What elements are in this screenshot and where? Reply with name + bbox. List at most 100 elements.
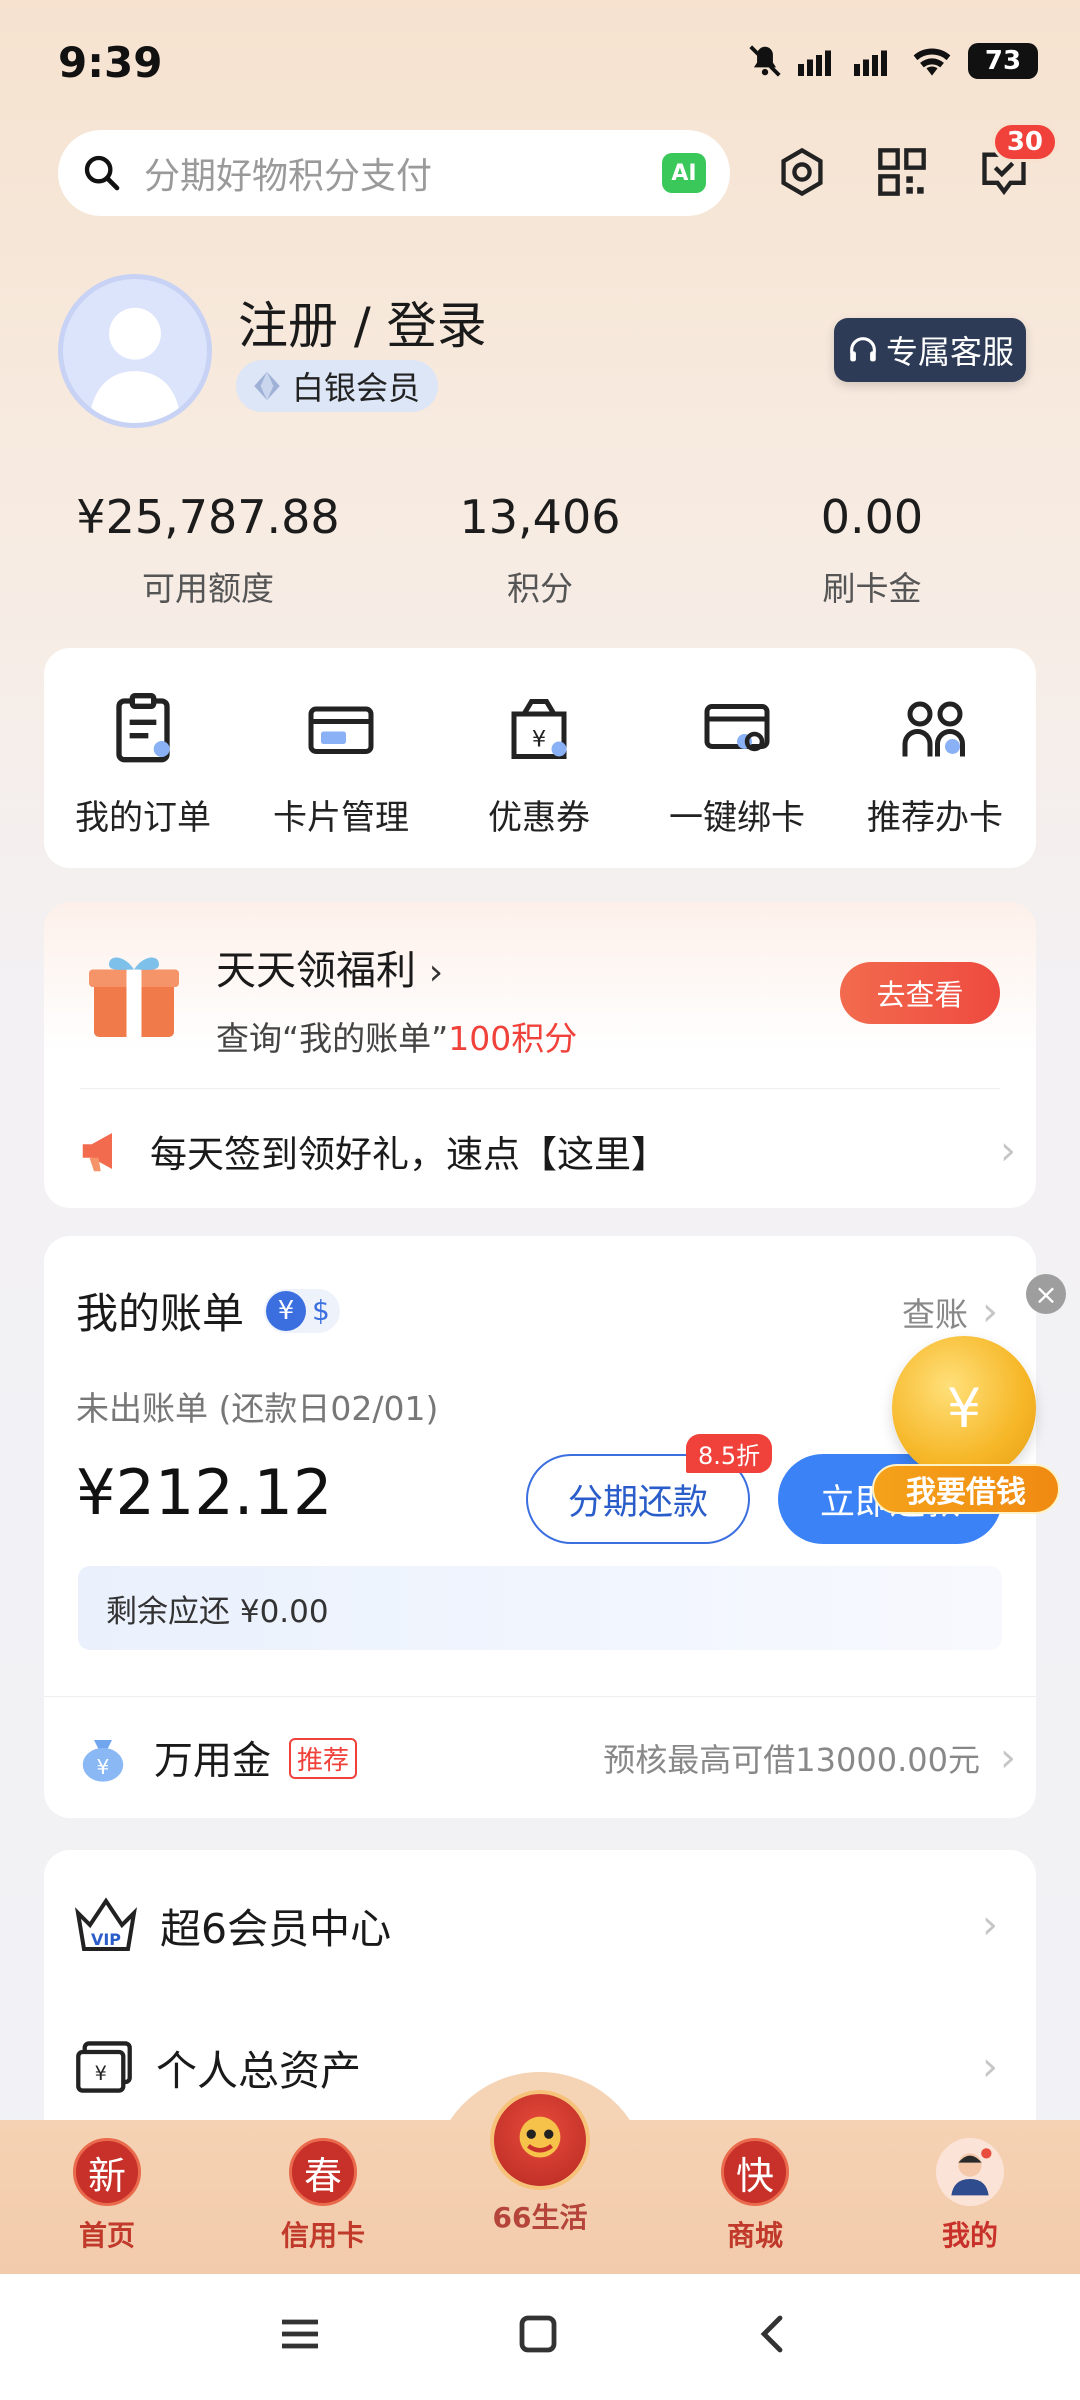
bill-card: 我的账单 ¥ $ 查账 › 未出账单 (还款日02/01) ¥212.12 分期…: [44, 1236, 1036, 1818]
nav-mine[interactable]: 我的: [895, 2138, 1045, 2254]
customer-service-button[interactable]: 专属客服: [834, 318, 1026, 382]
card-bonus-stat[interactable]: 0.00 刷卡金: [722, 490, 1022, 610]
shortcut-label: 推荐办卡: [867, 798, 1003, 838]
stat-value: 13,406: [459, 490, 621, 544]
divider: [44, 1696, 1036, 1697]
home-icon: 新: [73, 2138, 141, 2206]
close-icon[interactable]: ×: [1026, 1274, 1066, 1314]
signal-icon: [798, 50, 831, 76]
settings-icon[interactable]: [770, 140, 834, 204]
nav-label: 我的: [941, 2219, 998, 2252]
remaining-due: 剩余应还 ¥0.00: [78, 1566, 1002, 1650]
status-icons: 73: [746, 42, 1038, 80]
wanyongjin-row[interactable]: ¥ 万用金 推荐 预核最高可借13000.00元 ›: [76, 1710, 1016, 1806]
menu-label: 超6会员中心: [160, 1905, 392, 1953]
divider: [80, 1088, 1000, 1089]
bill-amount: ¥212.12: [76, 1456, 333, 1529]
nav-mall[interactable]: 快 商城: [680, 2138, 830, 2254]
menu-item-vip-center[interactable]: VIP 超6会员中心 ›: [44, 1854, 1036, 1996]
headset-icon: [850, 337, 876, 362]
benefits-title-link[interactable]: 天天领福利 ›: [216, 938, 443, 996]
money-bag-icon: ¥: [82, 1740, 124, 1782]
nav-home[interactable]: 新 首页: [32, 2138, 182, 2254]
credit-card-icon: 春: [289, 2138, 357, 2206]
ai-assistant-icon[interactable]: AI: [662, 153, 706, 193]
coin-icon[interactable]: ¥: [892, 1336, 1036, 1480]
customer-service-label: 专属客服: [885, 333, 1014, 371]
recommend-icon: [836, 692, 1034, 766]
svg-text:VIP: VIP: [91, 1930, 121, 1949]
check-bill-link[interactable]: 查账 ›: [902, 1288, 998, 1336]
scan-qr-icon[interactable]: [870, 140, 934, 204]
nav-label: 66生活: [492, 2201, 588, 2234]
benefits-card: 天天领福利 › 查询“我的账单”100积分 去查看 每天签到领好礼，速点【这里】…: [44, 902, 1036, 1208]
shortcut-recommend-card[interactable]: 推荐办卡: [836, 648, 1034, 839]
chevron-right-icon: ›: [982, 1289, 998, 1335]
mall-icon: 快: [721, 2138, 789, 2206]
shortcut-my-orders[interactable]: 我的订单: [44, 648, 242, 839]
borrow-money-button[interactable]: 我要借钱: [872, 1464, 1060, 1514]
unbilled-subtitle: 未出账单 (还款日02/01): [76, 1389, 439, 1428]
benefits-points-highlight: 100积分: [448, 1019, 578, 1058]
diamond-icon: [254, 371, 280, 401]
bill-title: 我的账单 ¥ $: [76, 1280, 340, 1341]
home-square-icon[interactable]: [514, 2310, 562, 2362]
chevron-right-icon: ›: [428, 952, 444, 993]
stat-value: ¥25,787.88: [76, 490, 340, 544]
message-icon[interactable]: 30: [972, 122, 1058, 204]
search-input[interactable]: 分期好物积分支付 AI: [58, 130, 730, 216]
bind-card-icon: [638, 692, 836, 766]
benefits-subtitle-prefix: 查询“我的账单”: [216, 1019, 449, 1058]
stat-label: 可用额度: [142, 569, 274, 608]
chevron-right-icon: ›: [982, 1902, 998, 1948]
checkin-notice-row[interactable]: 每天签到领好礼，速点【这里】 ›: [76, 1106, 1016, 1196]
stat-value: 0.00: [820, 490, 924, 544]
yuan-icon: ¥: [266, 1290, 307, 1331]
available-credit-stat[interactable]: ¥25,787.88 可用额度: [58, 490, 358, 610]
shortcut-label: 我的订单: [75, 798, 211, 838]
nav-66-life[interactable]: 66生活: [465, 2090, 615, 2236]
benefits-title: 天天领福利: [216, 948, 416, 994]
avatar[interactable]: [58, 274, 212, 428]
login-register-link[interactable]: 注册 / 登录: [238, 286, 487, 358]
wanyongjin-title: 万用金: [154, 1739, 272, 1784]
checkin-notice: 每天签到领好礼，速点【这里】: [150, 1133, 668, 1176]
back-icon[interactable]: [750, 2310, 798, 2362]
discount-tag: 8.5折: [686, 1434, 773, 1473]
chevron-right-icon: ›: [1000, 1128, 1016, 1174]
battery-indicator: 73: [968, 43, 1038, 79]
shortcut-card-management[interactable]: 卡片管理: [242, 648, 440, 839]
shortcut-bind-card[interactable]: 一键绑卡: [638, 648, 836, 839]
bill-title-label: 我的账单: [76, 1289, 245, 1338]
nav-label: 首页: [78, 2219, 135, 2252]
shortcut-label: 卡片管理: [273, 798, 409, 838]
message-count-badge: 30: [991, 122, 1058, 162]
currency-switch[interactable]: ¥ $: [264, 1288, 340, 1333]
svg-text:¥: ¥: [97, 1755, 110, 1779]
member-level-label: 白银会员: [292, 369, 421, 407]
gift-box-icon: [84, 942, 184, 1046]
menu-icon[interactable]: [276, 2310, 324, 2362]
mute-icon: [749, 45, 781, 77]
shortcut-coupons[interactable]: ¥ 优惠券: [440, 648, 638, 839]
nav-credit-card[interactable]: 春 信用卡: [248, 2138, 398, 2254]
status-time: 9:39: [58, 38, 163, 87]
benefits-subtitle: 查询“我的账单”100积分: [216, 1012, 577, 1060]
shortcut-label: 一键绑卡: [669, 798, 805, 838]
stat-label: 积分: [507, 569, 573, 608]
lion-dance-icon: [490, 2090, 590, 2190]
go-view-button[interactable]: 去查看: [840, 962, 1000, 1024]
svg-text:¥: ¥: [532, 727, 546, 753]
mine-avatar-icon: [936, 2138, 1004, 2206]
svg-text:¥: ¥: [95, 2062, 107, 2085]
points-stat[interactable]: 13,406 积分: [390, 490, 690, 610]
search-icon: [84, 155, 120, 191]
system-nav-bar: [0, 2274, 1080, 2400]
menu-label: 个人总资产: [156, 2047, 361, 2095]
chevron-right-icon: ›: [982, 2044, 998, 2090]
search-placeholder: 分期好物积分支付: [144, 156, 433, 197]
chevron-right-icon: ›: [1000, 1735, 1016, 1781]
vip-crown-icon: VIP: [75, 1897, 137, 1951]
megaphone-icon: [82, 1133, 112, 1172]
member-level-badge[interactable]: 白银会员: [236, 360, 439, 412]
